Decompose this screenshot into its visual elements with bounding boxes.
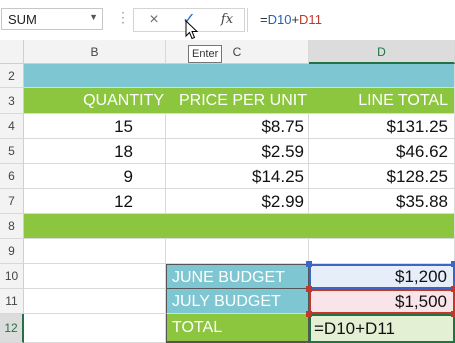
cell-d3[interactable]: LINE TOTAL bbox=[309, 88, 455, 114]
cell-b12[interactable] bbox=[24, 314, 166, 343]
cell-b10[interactable] bbox=[24, 264, 166, 289]
column-header-b[interactable]: B bbox=[24, 40, 166, 64]
ref-handle-d11-tr[interactable] bbox=[451, 286, 455, 292]
chevron-down-icon[interactable]: ▼ bbox=[89, 12, 98, 22]
ref-handle-d10-tl[interactable] bbox=[306, 261, 312, 267]
formula-input[interactable]: =D10+D11 bbox=[247, 8, 455, 32]
total-label[interactable]: TOTAL bbox=[166, 314, 309, 343]
cell-c3[interactable]: PRICE PER UNIT bbox=[166, 88, 309, 114]
mouse-cursor-icon bbox=[185, 20, 199, 40]
cell-d6[interactable]: $128.25 bbox=[309, 164, 455, 189]
column-header-d[interactable]: D bbox=[309, 40, 455, 64]
row-header-5[interactable]: 5 bbox=[0, 139, 24, 164]
name-box[interactable]: SUM ▼ bbox=[1, 8, 103, 30]
cell-c4[interactable]: $8.75 bbox=[166, 114, 309, 139]
formula-text: =D10+D11 bbox=[260, 12, 322, 27]
cell-b3[interactable]: QUANTITY bbox=[24, 88, 166, 114]
name-box-value: SUM bbox=[8, 12, 37, 27]
row-header-7[interactable]: 7 bbox=[0, 189, 24, 214]
row-header-2[interactable]: 2 bbox=[0, 64, 24, 88]
fx-label: fx bbox=[220, 12, 234, 27]
cell-b5[interactable]: 18 bbox=[24, 139, 166, 164]
cell-c6[interactable]: $14.25 bbox=[166, 164, 309, 189]
formula-bar-area: SUM ▼ ⋮ × ✓ fx =D10+D11 bbox=[0, 0, 455, 40]
cell-b11[interactable] bbox=[24, 289, 166, 314]
more-options-icon[interactable]: ⋮ bbox=[116, 9, 130, 26]
cell-b7[interactable]: 12 bbox=[24, 189, 166, 214]
cancel-icon[interactable]: × bbox=[139, 9, 169, 31]
july-budget-value[interactable]: $1,500 bbox=[309, 289, 455, 314]
june-budget-value[interactable]: $1,200 bbox=[309, 264, 455, 289]
insert-function-icon[interactable]: fx bbox=[212, 9, 242, 31]
ref-handle-d11-bl[interactable] bbox=[306, 311, 312, 317]
quantity-header: QUANTITY bbox=[83, 92, 164, 109]
row-header-9[interactable]: 9 bbox=[0, 239, 24, 264]
cell-d4[interactable]: $131.25 bbox=[309, 114, 455, 139]
row-header-6[interactable]: 6 bbox=[0, 164, 24, 189]
line-total-header: LINE TOTAL bbox=[358, 92, 448, 109]
select-all-corner[interactable] bbox=[0, 40, 24, 64]
row-header-10[interactable]: 10 bbox=[0, 264, 24, 289]
june-budget-label[interactable]: JUNE BUDGET bbox=[166, 264, 309, 289]
row-8-band[interactable] bbox=[24, 214, 455, 239]
enter-tooltip: Enter bbox=[188, 45, 223, 63]
row-2-band[interactable] bbox=[24, 64, 455, 88]
cell-d7[interactable]: $35.88 bbox=[309, 189, 455, 214]
row-header-8[interactable]: 8 bbox=[0, 214, 24, 239]
formula-ref-2: D11 bbox=[299, 12, 322, 27]
cell-b6[interactable]: 9 bbox=[24, 164, 166, 189]
cell-d9[interactable] bbox=[309, 239, 455, 264]
row-header-3[interactable]: 3 bbox=[0, 88, 24, 114]
row-header-4[interactable]: 4 bbox=[0, 114, 24, 139]
formula-operator: + bbox=[291, 12, 300, 27]
price-per-unit-header: PRICE PER UNIT bbox=[178, 92, 307, 109]
cell-d5[interactable]: $46.62 bbox=[309, 139, 455, 164]
cell-c7[interactable]: $2.99 bbox=[166, 189, 309, 214]
formula-ref-1: D10 bbox=[267, 12, 292, 27]
formula-prefix: = bbox=[260, 12, 268, 27]
cell-b4[interactable]: 15 bbox=[24, 114, 166, 139]
row-header-12[interactable]: 12 bbox=[0, 314, 24, 343]
july-budget-label[interactable]: JULY BUDGET bbox=[166, 289, 309, 314]
row-header-11[interactable]: 11 bbox=[0, 289, 24, 314]
spreadsheet-grid: B C D 2 3 4 5 6 7 8 9 10 11 12 QUANTITY … bbox=[0, 40, 455, 343]
cell-c5[interactable]: $2.59 bbox=[166, 139, 309, 164]
cell-b9[interactable] bbox=[24, 239, 166, 264]
ref-handle-d11-tl[interactable] bbox=[306, 286, 312, 292]
total-formula-cell[interactable]: =D10+D11 bbox=[309, 314, 455, 343]
ref-handle-d10-tr[interactable] bbox=[451, 261, 455, 267]
cell-c9[interactable] bbox=[166, 239, 309, 264]
ref-handle-d11-br[interactable] bbox=[451, 311, 455, 317]
